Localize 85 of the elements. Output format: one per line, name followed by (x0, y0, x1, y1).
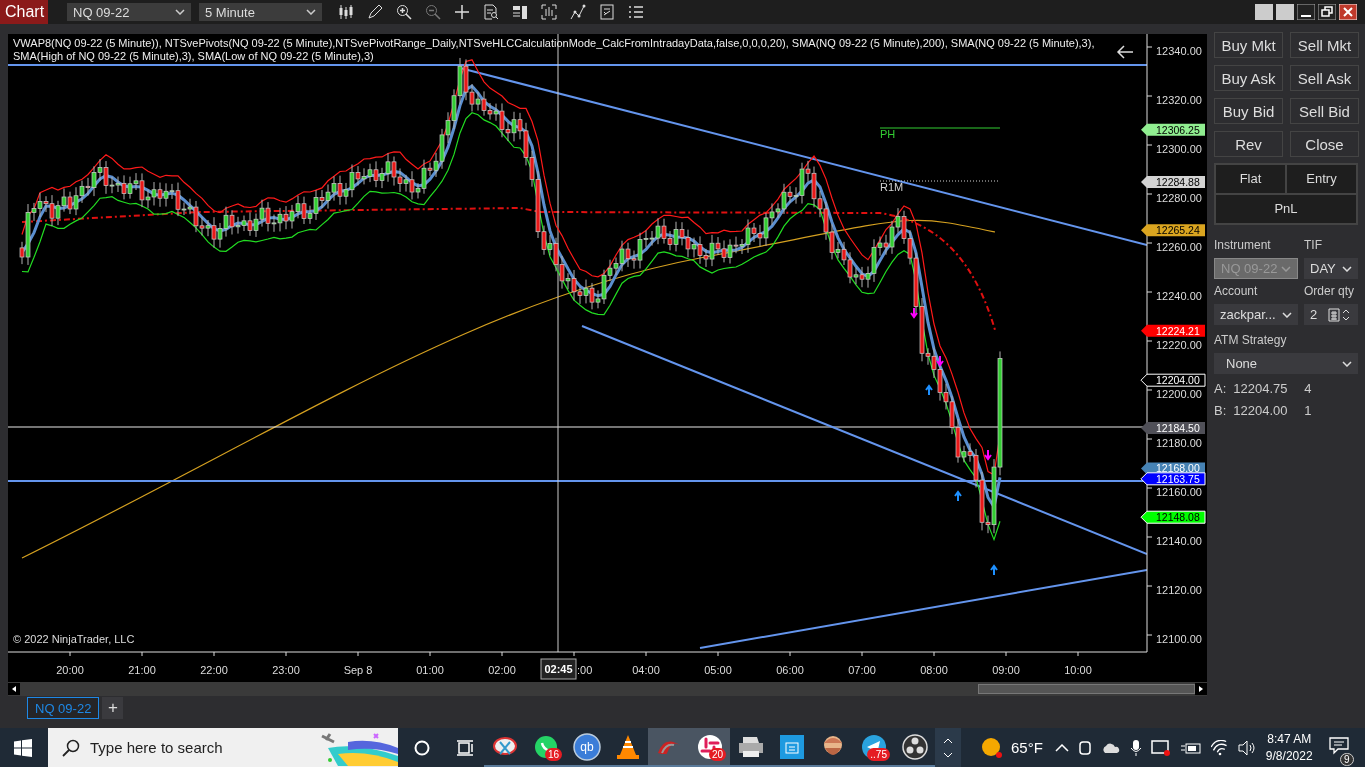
copyright-text: © 2022 NinjaTrader, LLC (13, 633, 135, 645)
quantity-field[interactable]: 2 (1304, 304, 1358, 325)
order-button[interactable]: Sell Mkt (1290, 32, 1359, 58)
clock[interactable]: 8:47 AM 9/8/2022 (1265, 730, 1313, 765)
price-tag-label: 12306.25 (1156, 123, 1200, 136)
time-axis-label: 22:00 (200, 664, 228, 676)
quote-side: B: (1214, 403, 1227, 418)
instrument-dropdown[interactable]: NQ 09-22 (67, 3, 191, 21)
time-axis-label: 01:00 (416, 664, 444, 676)
taskbar-app[interactable]: ..75 (853, 728, 894, 767)
order-button[interactable]: Sell Ask (1290, 65, 1359, 91)
price-axis-label: 12180.00 (1156, 437, 1202, 449)
order-button[interactable]: Sell Bid (1290, 98, 1359, 124)
price-axis-label: 12260.00 (1156, 241, 1202, 253)
quote-price: 12204.75 (1233, 381, 1289, 396)
time-axis-label: Sep 8 (343, 664, 373, 676)
price-tag-label: 12184.50 (1156, 422, 1200, 434)
order-button[interactable]: Close (1290, 131, 1359, 157)
order-button[interactable]: Buy Bid (1214, 98, 1283, 124)
time-axis-label: 06:00 (776, 664, 804, 676)
chart-tab[interactable]: Chart (0, 0, 48, 24)
price-axis-label: 12100.00 (1156, 633, 1202, 645)
field-label: TIF (1304, 238, 1323, 252)
taskbar-app[interactable]: 20 (689, 728, 730, 767)
price-tag-label: 12224.21 (1156, 324, 1200, 337)
quote-side: A: (1214, 381, 1227, 396)
temperature-text[interactable]: 65°F (1011, 739, 1043, 756)
time-axis-label: 02:00 (488, 664, 516, 676)
pivot-label: R1M (880, 181, 904, 193)
quote-price: 12204.00 (1233, 403, 1289, 418)
price-axis-label: 12140.00 (1156, 535, 1202, 547)
time-axis-label: 07:00 (848, 664, 876, 676)
quote-size: 1 (1304, 403, 1312, 418)
taskbar-app[interactable]: qb (566, 728, 607, 767)
time-axis-label: 10:00 (1064, 664, 1092, 676)
price-axis-label: 12280.00 (1156, 192, 1202, 204)
field-label: Instrument (1214, 238, 1272, 252)
crosshair-time-label: 02:45 (540, 658, 577, 680)
quote-size: 4 (1304, 381, 1312, 396)
select-field[interactable]: None (1214, 353, 1358, 374)
clock-date: 9/8/2022 (1265, 747, 1313, 765)
price-tag-label: 12168.00 (1156, 462, 1200, 475)
time-axis-label: 08:00 (920, 664, 948, 676)
price-tag-label: 12204.00 (1156, 374, 1200, 387)
price-tag-label: 12148.08 (1156, 511, 1200, 524)
chart-tab[interactable]: NQ 09-22 (27, 697, 100, 719)
order-button[interactable]: Buy Mkt (1214, 32, 1283, 58)
price-tag-label: 12265.24 (1156, 224, 1200, 237)
price-axis-label: 12120.00 (1156, 584, 1202, 596)
time-axis-label: 04:00 (632, 664, 660, 676)
select-field[interactable]: zackpar... (1214, 304, 1298, 325)
price-axis-label: 12320.00 (1156, 94, 1202, 106)
price-tag-label: 12163.75 (1156, 472, 1200, 485)
time-axis-label: 21:00 (128, 664, 156, 676)
interval-dropdown[interactable]: 5 Minute (199, 3, 322, 21)
taskbar-app[interactable]: 16 (525, 728, 566, 767)
time-axis-label: 09:00 (992, 664, 1020, 676)
price-tag-label: 12284.88 (1156, 176, 1200, 189)
price-axis-label: 12160.00 (1156, 486, 1202, 498)
field-label: Account (1214, 284, 1259, 298)
add-tab-button[interactable]: + (102, 697, 124, 719)
time-axis-label: 20:00 (56, 664, 84, 676)
price-axis-label: 12300.00 (1156, 143, 1202, 155)
position-cell: Entry (1286, 164, 1357, 194)
order-button[interactable]: Buy Ask (1214, 65, 1283, 91)
clock-time: 8:47 AM (1267, 730, 1312, 748)
position-cell: PnL (1215, 194, 1357, 224)
select-field[interactable]: DAY (1304, 258, 1358, 279)
search-field[interactable]: Type here to search (48, 728, 398, 767)
field-label: ATM Strategy (1214, 333, 1288, 347)
field-label: Order qty (1304, 284, 1355, 298)
price-axis-label: 12240.00 (1156, 290, 1202, 302)
price-axis-label: 12200.00 (1156, 388, 1202, 400)
indicator-legend: VWAP8(NQ 09-22 (5 Minute)), NTSvePivots(NQ 09-22 (5 Minute),NTSvePivotRange_Daily,NTSveHLCCalculationMode_CalcFromIntradayData,false,0,0,0,20), SMA(NQ 09-22 (5 Minute),200), SMA(NQ 09-22 (5 Minute),3), SMA(High of NQ 09-22 (5 Minute),3), SMA(Low of NQ 09-22 (5 Minute),3) (13, 37, 1108, 63)
time-axis-label: 23:00 (272, 664, 300, 676)
order-button[interactable]: Rev (1214, 131, 1283, 157)
price-axis-label: 12220.00 (1156, 339, 1202, 351)
price-axis-label: 12340.00 (1156, 45, 1202, 57)
round-logo: qb (572, 732, 601, 761)
notification-badge: ..75 (867, 748, 890, 761)
position-cell: Flat (1215, 164, 1286, 194)
notification-count: 9 (1340, 752, 1354, 766)
time-axis-label: 05:00 (704, 664, 732, 676)
pivot-label: PH (880, 128, 896, 140)
time-axis-label: :00 (577, 664, 593, 676)
